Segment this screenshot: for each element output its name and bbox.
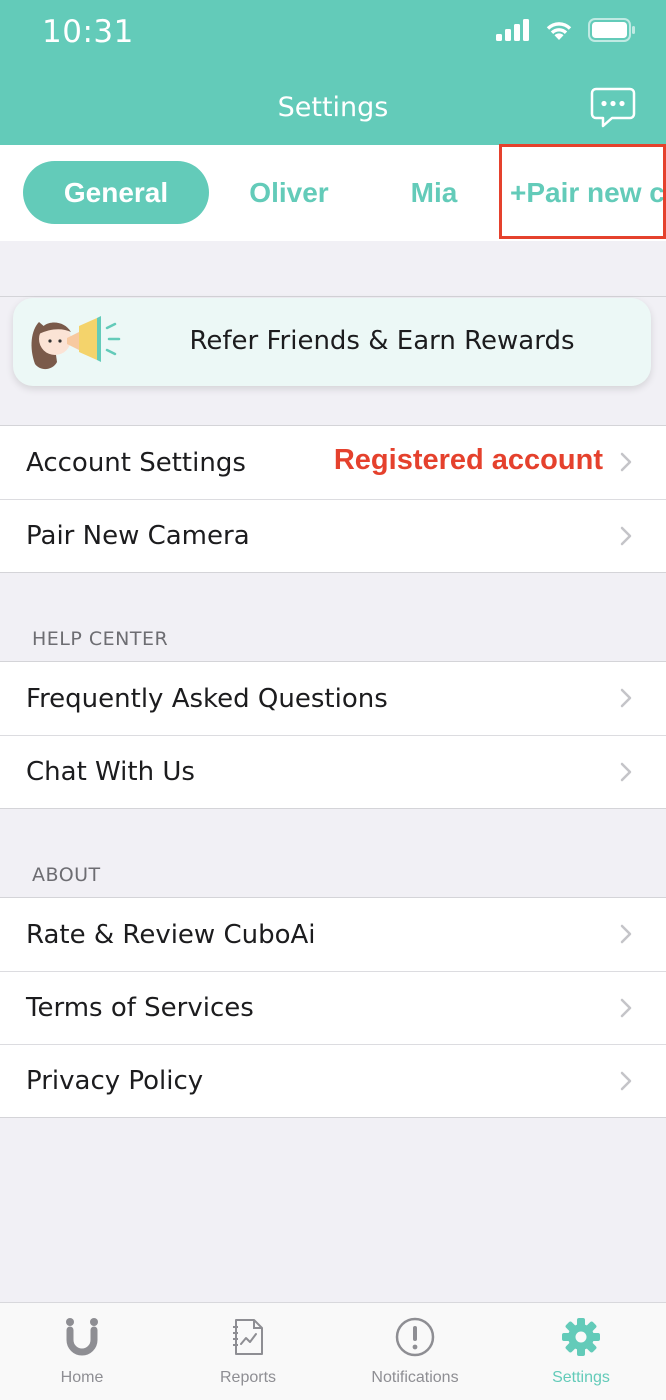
terms-label: Terms of Services — [26, 993, 254, 1023]
tabbar-home[interactable]: Home — [12, 1315, 152, 1387]
pair-new-camera-row[interactable]: Pair New Camera — [0, 499, 666, 572]
chat-bubble-icon[interactable] — [590, 86, 636, 130]
tab-general[interactable]: General — [23, 161, 209, 224]
about-title: ABOUT — [32, 864, 101, 886]
help-center-group: Frequently Asked Questions Chat With Us — [0, 661, 666, 809]
privacy-label: Privacy Policy — [26, 1066, 204, 1096]
account-settings-label: Account Settings — [26, 447, 246, 478]
tabbar-notifications[interactable]: Notifications — [345, 1315, 485, 1387]
bottom-tab-bar: Home Reports Notifications Settings — [0, 1302, 666, 1400]
battery-icon — [588, 18, 635, 42]
rate-review-label: Rate & Review CuboAi — [26, 919, 316, 950]
app-header: 10:31 Settings — [0, 0, 666, 145]
chevron-right-icon — [620, 452, 632, 472]
signal-icon — [496, 19, 529, 41]
pair-new-camera-label: Pair New Camera — [26, 521, 250, 551]
tabbar-notifications-label: Notifications — [371, 1369, 459, 1386]
wifi-icon — [546, 22, 572, 40]
privacy-row[interactable]: Privacy Policy — [0, 1044, 666, 1117]
tabbar-reports-label: Reports — [219, 1369, 277, 1386]
chevron-right-icon — [620, 762, 632, 782]
refer-banner[interactable]: Refer Friends & Earn Rewards — [13, 298, 651, 386]
refer-banner-text: Refer Friends & Earn Rewards — [189, 326, 575, 356]
divider — [0, 296, 666, 297]
gear-icon — [562, 1318, 600, 1356]
chevron-right-icon — [620, 688, 632, 708]
home-magnet-icon — [66, 1318, 98, 1356]
about-group: Rate & Review CuboAi Terms of Services P… — [0, 897, 666, 1118]
tabbar-reports[interactable]: Reports — [178, 1315, 318, 1387]
chevron-right-icon — [620, 526, 632, 546]
account-settings-row[interactable]: Account Settings Registered account — [0, 426, 666, 499]
profile-tabs: General Oliver Mia +Pair new c — [0, 145, 666, 241]
faq-label: Frequently Asked Questions — [26, 683, 388, 714]
tabbar-settings-label: Settings — [552, 1369, 610, 1386]
chevron-right-icon — [620, 998, 632, 1018]
page-title: Settings — [277, 92, 389, 123]
chevron-right-icon — [620, 924, 632, 944]
tab-oliver[interactable]: Oliver — [230, 161, 348, 224]
terms-row[interactable]: Terms of Services — [0, 971, 666, 1044]
tabbar-home-label: Home — [60, 1369, 104, 1386]
chat-with-us-label: Chat With Us — [26, 757, 195, 787]
account-status: Registered account — [333, 444, 603, 476]
account-group: Account Settings Registered account Pair… — [0, 425, 666, 573]
tab-mia[interactable]: Mia — [392, 161, 476, 224]
chat-with-us-row[interactable]: Chat With Us — [0, 735, 666, 808]
reports-icon — [233, 1319, 263, 1355]
alert-icon — [395, 1317, 435, 1357]
tabbar-settings[interactable]: Settings — [511, 1315, 651, 1387]
tab-pair-new-camera[interactable]: +Pair new c — [510, 161, 666, 224]
status-time: 10:31 — [42, 14, 134, 50]
help-center-title: HELP CENTER — [32, 628, 169, 650]
rate-review-row[interactable]: Rate & Review CuboAi — [0, 898, 666, 971]
faq-row[interactable]: Frequently Asked Questions — [0, 662, 666, 735]
status-icons — [496, 18, 636, 42]
chevron-right-icon — [620, 1071, 632, 1091]
